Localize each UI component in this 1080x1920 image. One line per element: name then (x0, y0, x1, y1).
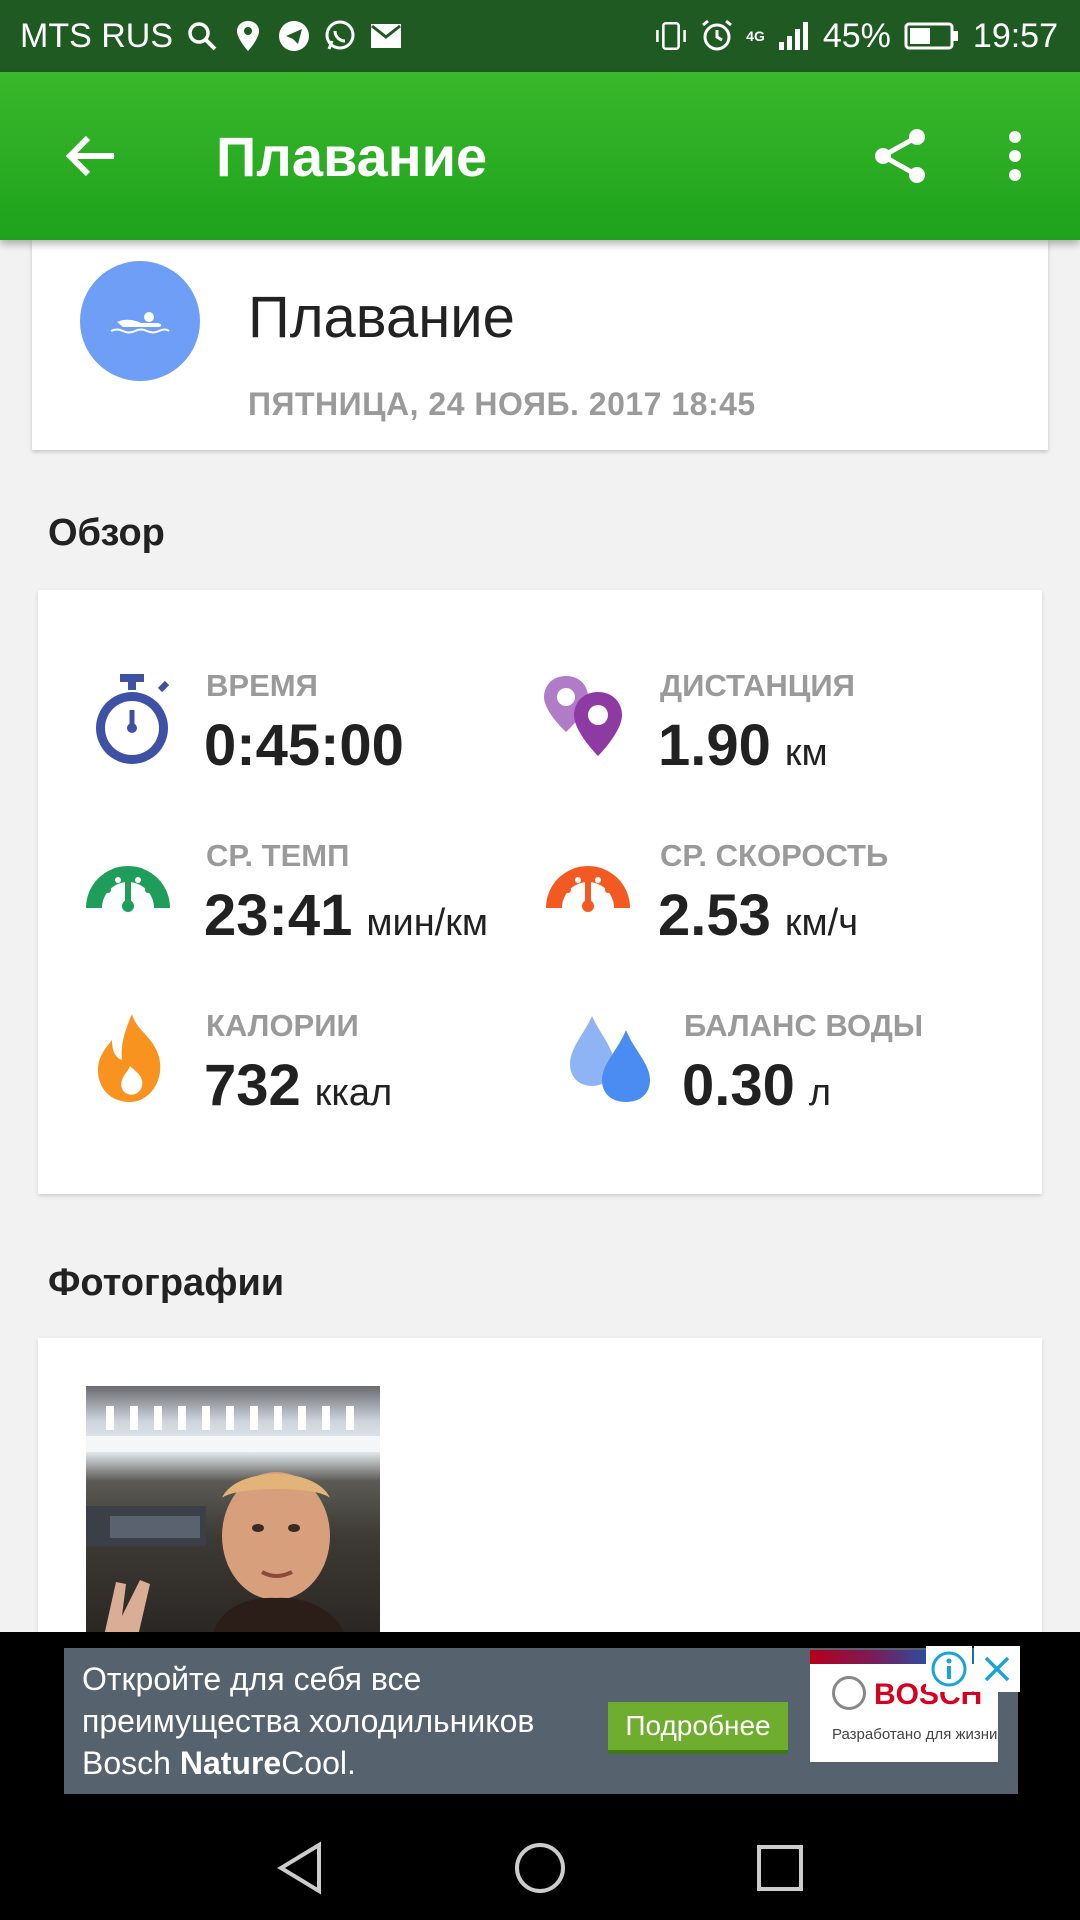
location-icon (231, 19, 265, 53)
nav-recents-icon (757, 1845, 803, 1891)
stat-value: 1.90 (658, 713, 771, 778)
more-vert-icon (1009, 131, 1021, 181)
battery-icon (903, 19, 961, 53)
nav-back-button[interactable] (270, 1838, 330, 1898)
stat-value-line: 732 ккал (204, 1052, 392, 1119)
signal-icon (777, 19, 811, 53)
vibrate-icon (654, 19, 688, 53)
stat-value-line: 2.53 км/ч (658, 882, 858, 949)
stat-value: 2.53 (658, 883, 771, 948)
nav-home-icon (515, 1843, 565, 1893)
search-icon (185, 19, 219, 53)
share-button[interactable] (862, 118, 938, 194)
app-bar-title: Плавание (216, 125, 488, 188)
speedometer-orange-icon (538, 842, 638, 942)
stat-value: 732 (204, 1053, 301, 1118)
activity-date: ПЯТНИЦА, 24 НОЯБ. 2017 18:45 (248, 386, 756, 422)
bosch-logo-icon (832, 1676, 866, 1710)
ad-text-bold: Nature (179, 1745, 282, 1781)
photos-section-title: Фотографии (48, 1262, 285, 1304)
water-drops-icon (562, 1008, 662, 1108)
overflow-menu-button[interactable] (990, 118, 1040, 194)
share-icon (875, 129, 925, 183)
stat-label: БАЛАНС ВОДЫ (684, 1008, 924, 1043)
activity-avatar (80, 261, 200, 381)
stat-unit: мин/км (366, 902, 488, 944)
nav-home-button[interactable] (510, 1838, 570, 1898)
nav-back-icon (277, 1841, 321, 1895)
stat-label: СР. СКОРОСТЬ (660, 838, 889, 873)
ad-text: Откройте для себя все преимущества холод… (82, 1658, 622, 1784)
swimmer-icon (110, 312, 170, 334)
ad-info-icon (931, 1651, 967, 1687)
ad-text-line: Откройте для себя все (82, 1661, 422, 1697)
photo-thumbnail[interactable] (86, 1386, 380, 1636)
system-nav-bar (0, 1810, 1080, 1920)
stat-value-line: 0:45:00 (204, 712, 418, 779)
map-pin-icon (538, 670, 638, 770)
ad-area: Откройте для себя все преимущества холод… (0, 1632, 1080, 1810)
stat-unit: км (784, 732, 828, 774)
alarm-icon (700, 19, 734, 53)
ad-text-line: Bosch NatureCool. (82, 1742, 622, 1784)
stat-unit: л (808, 1072, 832, 1114)
ad-banner[interactable]: Откройте для себя все преимущества холод… (64, 1646, 1020, 1794)
speedometer-green-icon (78, 842, 178, 942)
flame-icon (82, 1010, 182, 1110)
carrier-name: MTS RUS (20, 16, 173, 55)
stat-value: 0:45:00 (204, 713, 404, 778)
stat-value-line: 0.30 л (682, 1052, 831, 1119)
ad-info-button[interactable] (926, 1646, 972, 1692)
activity-header-card: Плавание ПЯТНИЦА, 24 НОЯБ. 2017 18:45 (32, 240, 1048, 450)
stat-label: ВРЕМЯ (206, 668, 318, 703)
ad-close-icon (984, 1656, 1010, 1682)
telegram-icon (277, 19, 311, 53)
status-left: MTS RUS (20, 17, 403, 56)
network-type: 4G (746, 28, 765, 44)
photos-card (38, 1338, 1042, 1638)
stat-unit: км/ч (784, 902, 858, 944)
ad-close-button[interactable] (974, 1646, 1020, 1692)
overview-section-title: Обзор (48, 512, 165, 554)
mail-icon (369, 19, 403, 53)
overview-card: ВРЕМЯ 0:45:00 ДИСТАНЦИЯ 1.90 км СР. ТЕМП … (38, 590, 1042, 1194)
stat-label: ДИСТАНЦИЯ (660, 668, 855, 703)
activity-title: Плавание (248, 285, 515, 350)
ad-text-suffix: Cool. (281, 1745, 356, 1781)
app-bar: Плавание (0, 72, 1080, 240)
stat-value-line: 23:41 мин/км (204, 882, 488, 949)
status-bar: MTS RUS 4G 45% 19:57 (0, 0, 1080, 72)
stat-unit: ккал (314, 1072, 393, 1114)
stat-value: 23:41 (204, 883, 353, 948)
photo-image (86, 1406, 380, 1636)
ad-text-prefix: Bosch (82, 1745, 180, 1781)
stopwatch-icon (82, 670, 182, 770)
clock-time: 19:57 (972, 16, 1058, 55)
stat-value: 0.30 (682, 1053, 795, 1118)
arrow-back-icon (65, 135, 114, 177)
whatsapp-icon (323, 19, 357, 53)
back-button[interactable] (52, 118, 128, 194)
ad-text-line: преимущества холодильников (82, 1703, 535, 1739)
ad-tagline: Разработано для жизни (832, 1726, 998, 1743)
ad-cta-button[interactable]: Подробнее (608, 1702, 788, 1754)
battery-percent: 45% (822, 16, 891, 55)
stat-label: КАЛОРИИ (206, 1008, 359, 1043)
status-right: 4G 45% 19:57 (654, 17, 1058, 56)
nav-recents-button[interactable] (750, 1838, 810, 1898)
stat-value-line: 1.90 км (658, 712, 828, 779)
stat-label: СР. ТЕМП (206, 838, 350, 873)
